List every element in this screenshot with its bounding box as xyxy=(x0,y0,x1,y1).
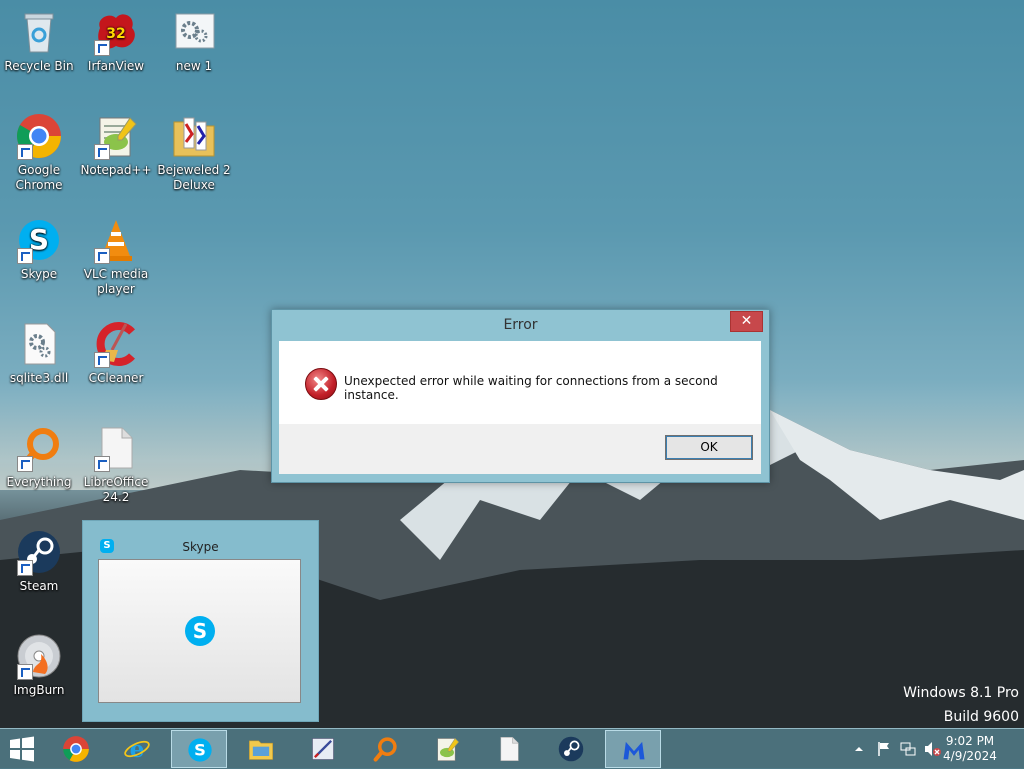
desktop-icon-label: Everything xyxy=(6,475,72,489)
desktop-icon-google-chrome[interactable]: Google Chrome xyxy=(1,112,77,193)
everything-search-icon xyxy=(373,737,397,762)
pen-tool-icon xyxy=(312,738,334,760)
steam-icon xyxy=(15,528,63,576)
ok-button[interactable]: OK xyxy=(665,435,753,460)
skype-taskbar-preview[interactable]: S Skype S xyxy=(82,520,319,722)
show-hidden-icons-chevron-up-icon[interactable] xyxy=(854,744,864,754)
error-dialog: Error ✕ Unexpected error while waiting f… xyxy=(271,309,770,483)
taskbar-file-explorer[interactable] xyxy=(233,730,289,768)
shortcut-arrow-icon xyxy=(94,456,110,472)
taskbar-libreoffice[interactable] xyxy=(481,730,537,768)
vlc-icon xyxy=(92,216,140,264)
desktop-icon-sqlite3-dll[interactable]: sqlite3.dll xyxy=(1,320,77,386)
document-icon xyxy=(500,737,519,761)
preview-title: Skype xyxy=(182,540,219,554)
desktop-icon-imgburn[interactable]: ImgBurn xyxy=(1,632,77,698)
start-button[interactable] xyxy=(0,730,44,768)
dialog-body: Unexpected error while waiting for conne… xyxy=(279,341,761,424)
shortcut-arrow-icon xyxy=(17,560,33,576)
desktop-icon-label: Google Chrome xyxy=(15,163,63,192)
taskbar-internet-explorer[interactable]: e xyxy=(109,730,165,768)
shortcut-arrow-icon xyxy=(94,144,110,160)
folder-icon xyxy=(249,740,273,760)
error-icon xyxy=(305,368,337,400)
error-message: Unexpected error while waiting for conne… xyxy=(344,374,718,402)
action-center-flag-icon[interactable] xyxy=(876,741,892,757)
desktop-icon-irfanview[interactable]: 32 IrfanView xyxy=(78,8,154,74)
windows-edition-watermark: Windows 8.1 Pro xyxy=(903,685,1019,701)
system-tray: 9:02 PM 4/9/2024 xyxy=(834,729,1024,769)
svg-text:e: e xyxy=(130,735,145,763)
taskbar-pen-tool[interactable] xyxy=(295,730,351,768)
shortcut-arrow-icon xyxy=(17,664,33,680)
shortcut-arrow-icon xyxy=(17,144,33,160)
desktop-icon-label: Recycle Bin xyxy=(4,59,74,73)
desktop-icon-label: sqlite3.dll xyxy=(9,371,69,385)
network-icon[interactable] xyxy=(900,741,916,757)
malwarebytes-icon xyxy=(623,741,645,760)
shortcut-arrow-icon xyxy=(94,352,110,368)
desktop-icon-new-1[interactable]: new 1 xyxy=(156,8,232,74)
desktop-icon-label: CCleaner xyxy=(88,371,144,385)
desktop-icon-label: VLC media player xyxy=(83,267,149,296)
close-button[interactable]: ✕ xyxy=(730,311,763,332)
ie-icon: e xyxy=(124,735,150,763)
desktop-icon-notepadpp[interactable]: Notepad++ xyxy=(78,112,154,178)
irfanview-icon: 32 xyxy=(92,8,140,56)
taskbar-skype[interactable]: S xyxy=(171,730,227,768)
skype-icon: S xyxy=(188,738,212,762)
notepadpp-icon xyxy=(92,112,140,160)
taskbar-malwarebytes[interactable] xyxy=(605,730,661,768)
desktop-icon-label: LibreOffice 24.2 xyxy=(83,475,149,504)
libreoffice-icon xyxy=(92,424,140,472)
desktop-icon-bejeweled[interactable]: Bejeweled 2 Deluxe xyxy=(156,112,232,193)
desktop-icon-label: Bejeweled 2 Deluxe xyxy=(157,163,231,192)
recycle-bin-icon xyxy=(15,8,63,56)
imgburn-disc-icon xyxy=(15,632,63,680)
dll-file-icon xyxy=(15,320,63,368)
desktop-icon-recycle-bin[interactable]: Recycle Bin xyxy=(1,8,77,74)
notepadpp-icon xyxy=(437,738,460,761)
shortcut-arrow-icon xyxy=(94,40,110,56)
everything-search-icon xyxy=(15,424,63,472)
folder-icon xyxy=(170,112,218,160)
dialog-title: Error xyxy=(503,317,538,333)
desktop-icon-label: new 1 xyxy=(175,59,213,73)
taskbar-steam[interactable] xyxy=(543,730,599,768)
dialog-footer: OK xyxy=(279,424,761,474)
shortcut-arrow-icon xyxy=(17,456,33,472)
desktop-icon-label: Steam xyxy=(19,579,59,593)
desktop-icon-libreoffice[interactable]: LibreOffice 24.2 xyxy=(78,424,154,505)
desktop-icon-ccleaner[interactable]: CCleaner xyxy=(78,320,154,386)
settings-file-icon xyxy=(170,8,218,56)
chrome-icon xyxy=(63,736,89,762)
clock-time: 9:02 PM xyxy=(945,734,995,748)
steam-icon xyxy=(558,736,584,762)
desktop-icon-everything[interactable]: Everything xyxy=(1,424,77,490)
desktop-icon-label: Notepad++ xyxy=(80,163,152,177)
desktop-icon-vlc[interactable]: VLC media player xyxy=(78,216,154,297)
taskbar-chrome[interactable] xyxy=(48,730,104,768)
chrome-icon xyxy=(15,112,63,160)
svg-text:S: S xyxy=(194,740,206,759)
taskbar: e S 9:02 PM 4/9/2024 xyxy=(0,728,1024,769)
windows-logo-icon xyxy=(10,736,34,762)
shortcut-arrow-icon xyxy=(17,248,33,264)
windows-build-watermark: Build 9600 xyxy=(943,709,1019,725)
desktop-icon-label: Skype xyxy=(20,267,58,281)
desktop-icon-label: ImgBurn xyxy=(13,683,65,697)
skype-icon: S xyxy=(15,216,63,264)
preview-window[interactable]: S xyxy=(98,559,301,703)
desktop-icon-skype[interactable]: S Skype xyxy=(1,216,77,282)
desktop-icon-label: IrfanView xyxy=(87,59,145,73)
skype-logo-icon: S xyxy=(185,616,215,646)
taskbar-clock[interactable]: 9:02 PM 4/9/2024 xyxy=(940,734,1000,764)
shortcut-arrow-icon xyxy=(94,248,110,264)
ccleaner-icon xyxy=(92,320,140,368)
taskbar-notepadpp[interactable] xyxy=(419,730,475,768)
taskbar-everything[interactable] xyxy=(357,730,413,768)
clock-date: 4/9/2024 xyxy=(943,749,997,763)
desktop-icon-steam[interactable]: Steam xyxy=(1,528,77,594)
